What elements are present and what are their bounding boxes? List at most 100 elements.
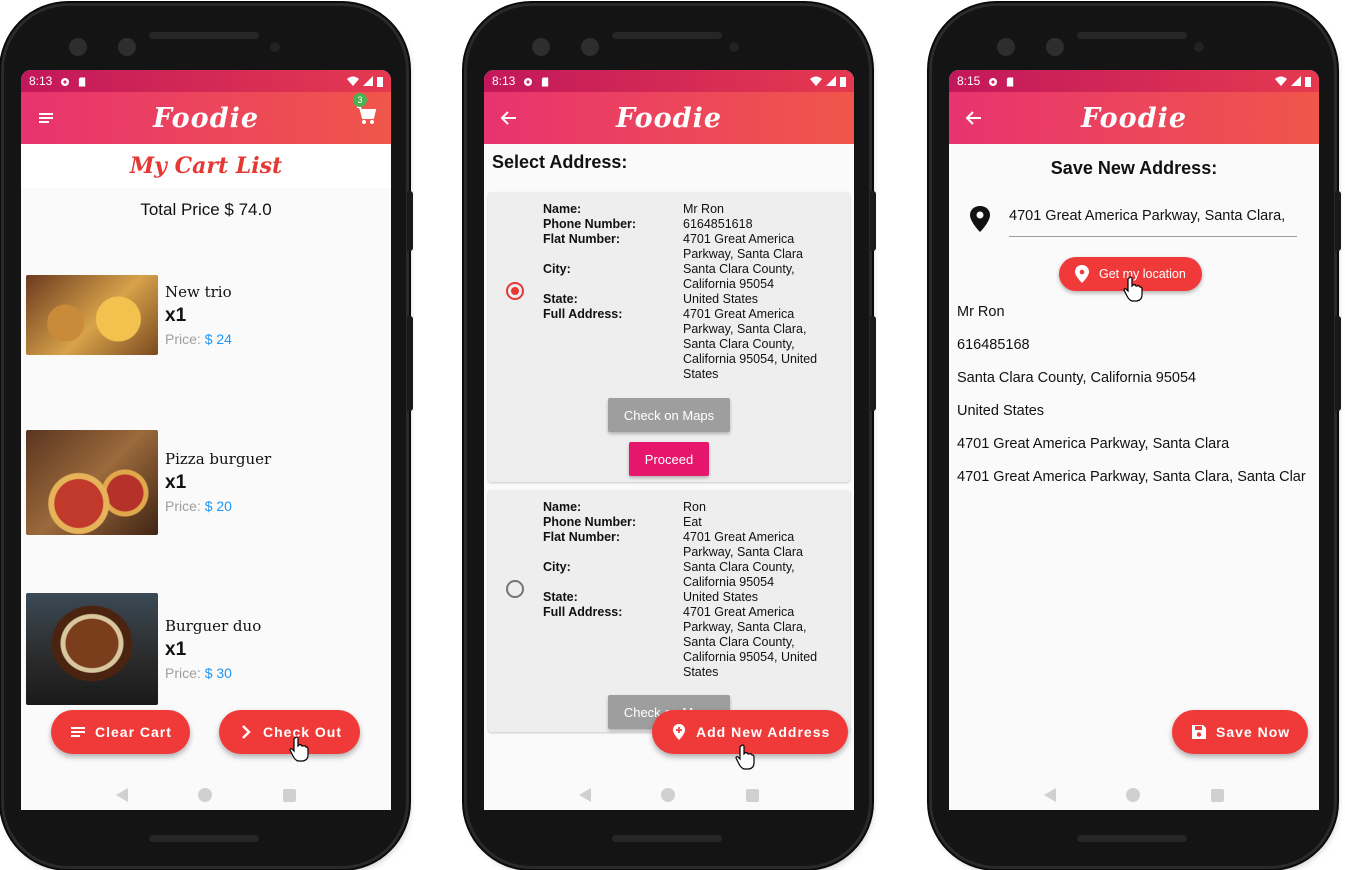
clear-list-icon [71, 727, 85, 737]
recents-nav-icon[interactable] [1210, 788, 1224, 802]
app-title: Foodie [615, 102, 723, 134]
back-nav-icon[interactable] [116, 788, 129, 802]
speaker [612, 835, 722, 842]
home-nav-icon[interactable] [661, 788, 676, 802]
signal-icon [363, 76, 373, 86]
state-label: State: [543, 590, 578, 604]
proceed-button[interactable]: Proceed [629, 442, 709, 476]
wifi-icon [347, 76, 359, 86]
system-nav-bar [949, 774, 1319, 816]
cart-icon[interactable] [355, 104, 377, 126]
price-label: Price: [165, 498, 201, 514]
page-heading: Save New Address: [1050, 158, 1218, 178]
saved-name: Mr Ron [957, 304, 1005, 320]
battery-icon [840, 76, 846, 87]
recents-nav-icon[interactable] [282, 788, 296, 802]
camera [270, 42, 280, 52]
home-nav-icon[interactable] [1126, 788, 1141, 802]
battery-icon [1305, 76, 1311, 87]
save-now-button[interactable]: Save Now [1172, 710, 1309, 754]
state-value: United States [683, 292, 759, 306]
phone-frame-cart: 8:13 Foodie 3 My Cart List Total Price $… [4, 6, 413, 866]
status-bar: 8:15 [949, 70, 1319, 92]
hand-cursor-icon [1123, 276, 1143, 302]
full-address-value: 4701 Great America Parkway, Santa Clara,… [683, 605, 818, 679]
sd-card-icon [78, 76, 88, 87]
sd-card-icon [1006, 76, 1016, 87]
status-time: 8:13 [492, 74, 516, 88]
speaker [149, 32, 259, 39]
phone-label: Phone Number: [543, 217, 637, 231]
total-price: Total Price $ 74.0 [140, 200, 272, 219]
back-arrow-icon[interactable] [963, 107, 985, 129]
app-bar: Foodie [949, 92, 1319, 144]
item-name: Burguer duo [165, 617, 262, 635]
status-bar: 8:13 [21, 70, 391, 92]
city-value: Santa Clara County, California 95054 [683, 262, 795, 291]
camera [118, 38, 136, 56]
saved-state: United States [957, 403, 1045, 419]
flat-value: 4701 Great America Parkway, Santa Clara [683, 232, 803, 261]
clear-cart-label: Clear Cart [95, 724, 172, 740]
status-time: 8:13 [29, 74, 53, 88]
name-label: Name: [543, 500, 582, 514]
select-address-screen: 8:13 Foodie Select Address: Name: Mr Ron … [484, 70, 854, 810]
check-on-maps-button[interactable]: Check on Maps [608, 398, 730, 432]
address-radio-selected[interactable] [506, 282, 524, 300]
camera [1046, 38, 1064, 56]
signal-icon [826, 76, 836, 86]
city-value: Santa Clara County, California 95054 [683, 560, 795, 589]
recents-nav-icon[interactable] [745, 788, 759, 802]
back-nav-icon[interactable] [579, 788, 592, 802]
system-nav-bar [484, 774, 854, 816]
system-nav-bar [21, 774, 391, 816]
address-input-row: 4701 Great America Parkway, Santa Clara, [969, 200, 1297, 237]
address-card[interactable]: Name: Mr Ron Phone Number: 6164851618 Flat… [488, 192, 850, 482]
address-radio-unselected[interactable] [506, 580, 524, 598]
address-input[interactable]: 4701 Great America Parkway, Santa Clara, [1009, 200, 1297, 237]
menu-icon[interactable] [35, 107, 57, 129]
save-now-label: Save Now [1216, 724, 1291, 740]
save-address-screen: 8:15 Foodie Save New Address: 4701 Great… [949, 70, 1319, 810]
app-title: Foodie [152, 102, 260, 134]
status-bar: 8:13 [484, 70, 854, 92]
cart-count-badge: 3 [353, 93, 367, 107]
location-pin-icon [1075, 265, 1089, 283]
settings-icon [60, 76, 70, 86]
food-image [26, 430, 158, 535]
city-label: City: [543, 560, 571, 574]
back-nav-icon[interactable] [1044, 788, 1057, 802]
item-price: Price: $ 24 [165, 331, 232, 347]
item-quantity: x1 [165, 639, 187, 660]
cart-item[interactable]: New trio x1 Price: $ 24 [26, 275, 232, 355]
power-button [407, 191, 413, 251]
back-arrow-icon[interactable] [498, 107, 520, 129]
cart-item[interactable]: Burguer duo x1 Price: $ 30 [26, 593, 261, 705]
speaker [149, 835, 259, 842]
city-label: City: [543, 262, 571, 276]
address-details: Name: Mr Ron Phone Number: 6164851618 Flat… [543, 202, 823, 382]
address-card[interactable]: Name: Ron Phone Number: Eat Flat Number: 47… [488, 490, 850, 732]
state-value: United States [683, 590, 759, 604]
flat-label: Flat Number: [543, 232, 621, 246]
wifi-icon [810, 76, 822, 86]
name-label: Name: [543, 202, 582, 216]
name-value: Mr Ron [683, 202, 724, 216]
settings-icon [523, 76, 533, 86]
flat-value: 4701 Great America Parkway, Santa Clara [683, 530, 803, 559]
item-quantity: x1 [165, 472, 187, 493]
speaker [1077, 835, 1187, 842]
state-label: State: [543, 292, 578, 306]
saved-city: Santa Clara County, California 95054 [957, 370, 1197, 386]
clear-cart-button[interactable]: Clear Cart [51, 710, 190, 754]
page-heading: Select Address: [492, 152, 628, 172]
full-address-label: Full Address: [543, 307, 623, 321]
cart-screen: 8:13 Foodie 3 My Cart List Total Price $… [21, 70, 391, 810]
saved-full-address: 4701 Great America Parkway, Santa Clara,… [957, 469, 1306, 485]
hand-cursor-icon [735, 744, 755, 770]
power-button [1335, 191, 1341, 251]
cart-item[interactable]: Pizza burguer x1 Price: $ 20 [26, 430, 271, 535]
camera [729, 42, 739, 52]
home-nav-icon[interactable] [198, 788, 213, 802]
volume-button [1335, 316, 1341, 411]
